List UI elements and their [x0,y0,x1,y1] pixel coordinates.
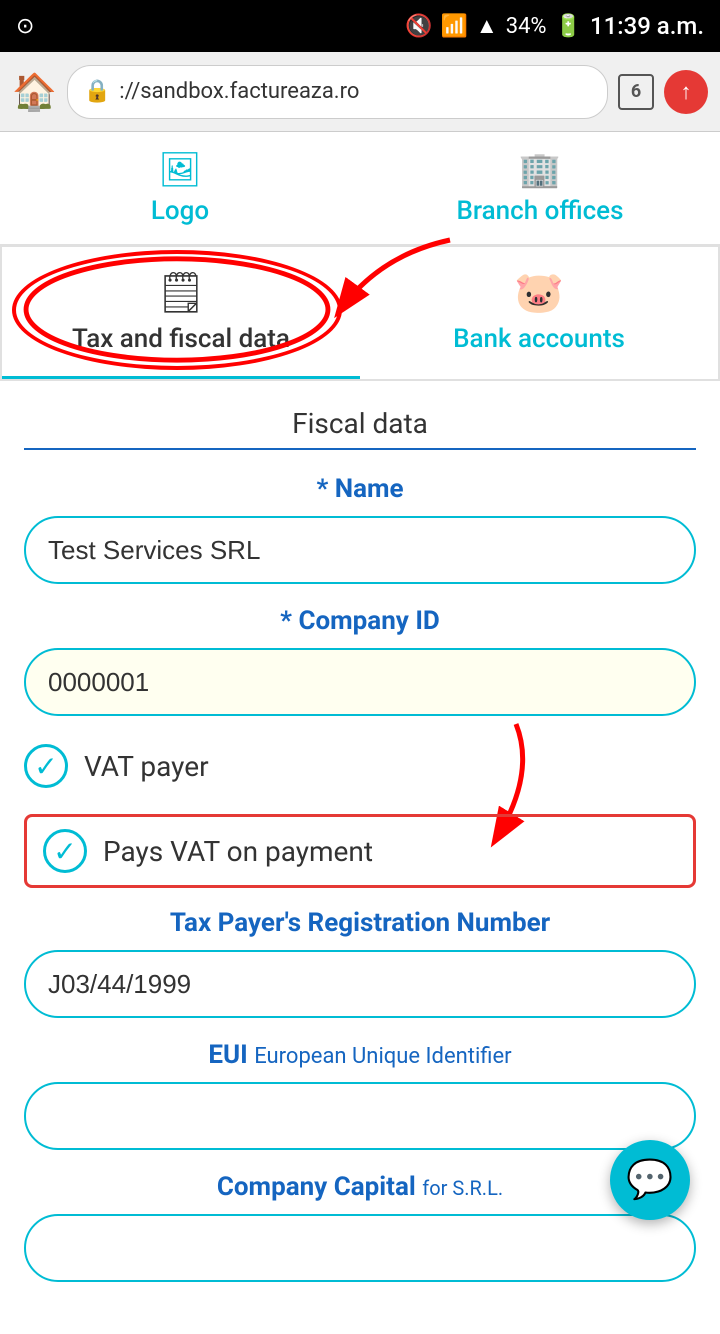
tab-logo[interactable]: 🖼 Logo [0,132,360,244]
signal-icon: ▲ [476,13,498,39]
eui-input[interactable] [24,1082,696,1150]
name-input[interactable] [24,516,696,584]
address-bar[interactable]: 🔒 ://sandbox.factureaza.ro [67,65,608,119]
vat-payer-label: VAT payer [84,750,209,783]
browser-bar: 🏠 🔒 ://sandbox.factureaza.ro 6 ↑ [0,52,720,132]
tab-logo-label: Logo [151,196,209,226]
section-tabs-container: 🗒 Tax and fiscal data 🐷 Bank accounts [0,245,720,381]
pays-vat-checkbox[interactable]: ✓ [43,829,87,873]
tab-branch-offices[interactable]: 🏢 Branch offices [360,132,720,244]
status-right-icons: 🔇 📶 ▲ 34% 🔋 11:39 a.m. [405,12,704,40]
company-capital-sub: for S.R.L. [422,1176,503,1200]
tab-count[interactable]: 6 [618,74,654,110]
tab-tax-fiscal[interactable]: 🗒 Tax and fiscal data [2,247,360,379]
section-tabs: 🗒 Tax and fiscal data 🐷 Bank accounts [0,245,720,381]
status-bar: ⊙ 🔇 📶 ▲ 34% 🔋 11:39 a.m. [0,0,720,52]
company-capital-input[interactable] [24,1214,696,1282]
vat-payer-row: ✓ VAT payer [24,738,696,794]
company-capital-text: Company Capital [217,1172,416,1202]
app-icon: ⊙ [16,14,34,39]
top-tabs: 🖼 Logo 🏢 Branch offices [0,132,720,245]
chat-fab-button[interactable]: 💬 [610,1140,690,1220]
eui-label-text: EUI [208,1040,247,1070]
company-id-label: * Company ID [24,606,696,636]
wifi-icon: 📶 [441,14,468,39]
home-icon[interactable]: 🏠 [12,71,57,113]
eui-description: European Unique Identifier [254,1044,511,1069]
battery-text: 34% [506,14,547,39]
chat-icon: 💬 [626,1158,673,1202]
status-time: 11:39 a.m. [590,12,704,40]
battery-icon: 🔋 [555,14,582,39]
tab-bank-accounts[interactable]: 🐷 Bank accounts [360,247,718,379]
taxpayer-label: Tax Payer's Registration Number [24,908,696,938]
url-text: ://sandbox.factureaza.ro [119,79,359,104]
company-id-input[interactable] [24,648,696,716]
branch-icon: 🏢 [519,150,561,190]
lock-icon: 🔒 [84,79,111,104]
tab-tax-fiscal-label: Tax and fiscal data [72,324,290,354]
name-label: * Name [24,474,696,504]
logo-icon: 🖼 [158,150,201,190]
tax-fiscal-icon: 🗒 [156,269,207,316]
tab-bank-label: Bank accounts [453,324,625,354]
tab-branch-label: Branch offices [456,196,623,226]
vat-payer-checkbox[interactable]: ✓ [24,744,68,788]
status-left-icons: ⊙ [16,14,34,39]
eui-label: EUI European Unique Identifier [24,1040,696,1070]
taxpayer-input[interactable] [24,950,696,1018]
mute-icon: 🔇 [405,14,432,39]
fiscal-data-title: Fiscal data [24,381,696,450]
pays-vat-label: Pays VAT on payment [103,835,373,868]
company-capital-label: Company Capital for S.R.L. [24,1172,696,1202]
pays-vat-box: ✓ Pays VAT on payment [24,814,696,888]
main-content: 🖼 Logo 🏢 Branch offices 🗒 Tax and fiscal… [0,132,720,1334]
refresh-button[interactable]: ↑ [664,70,708,114]
bank-icon: 🐷 [514,269,564,316]
